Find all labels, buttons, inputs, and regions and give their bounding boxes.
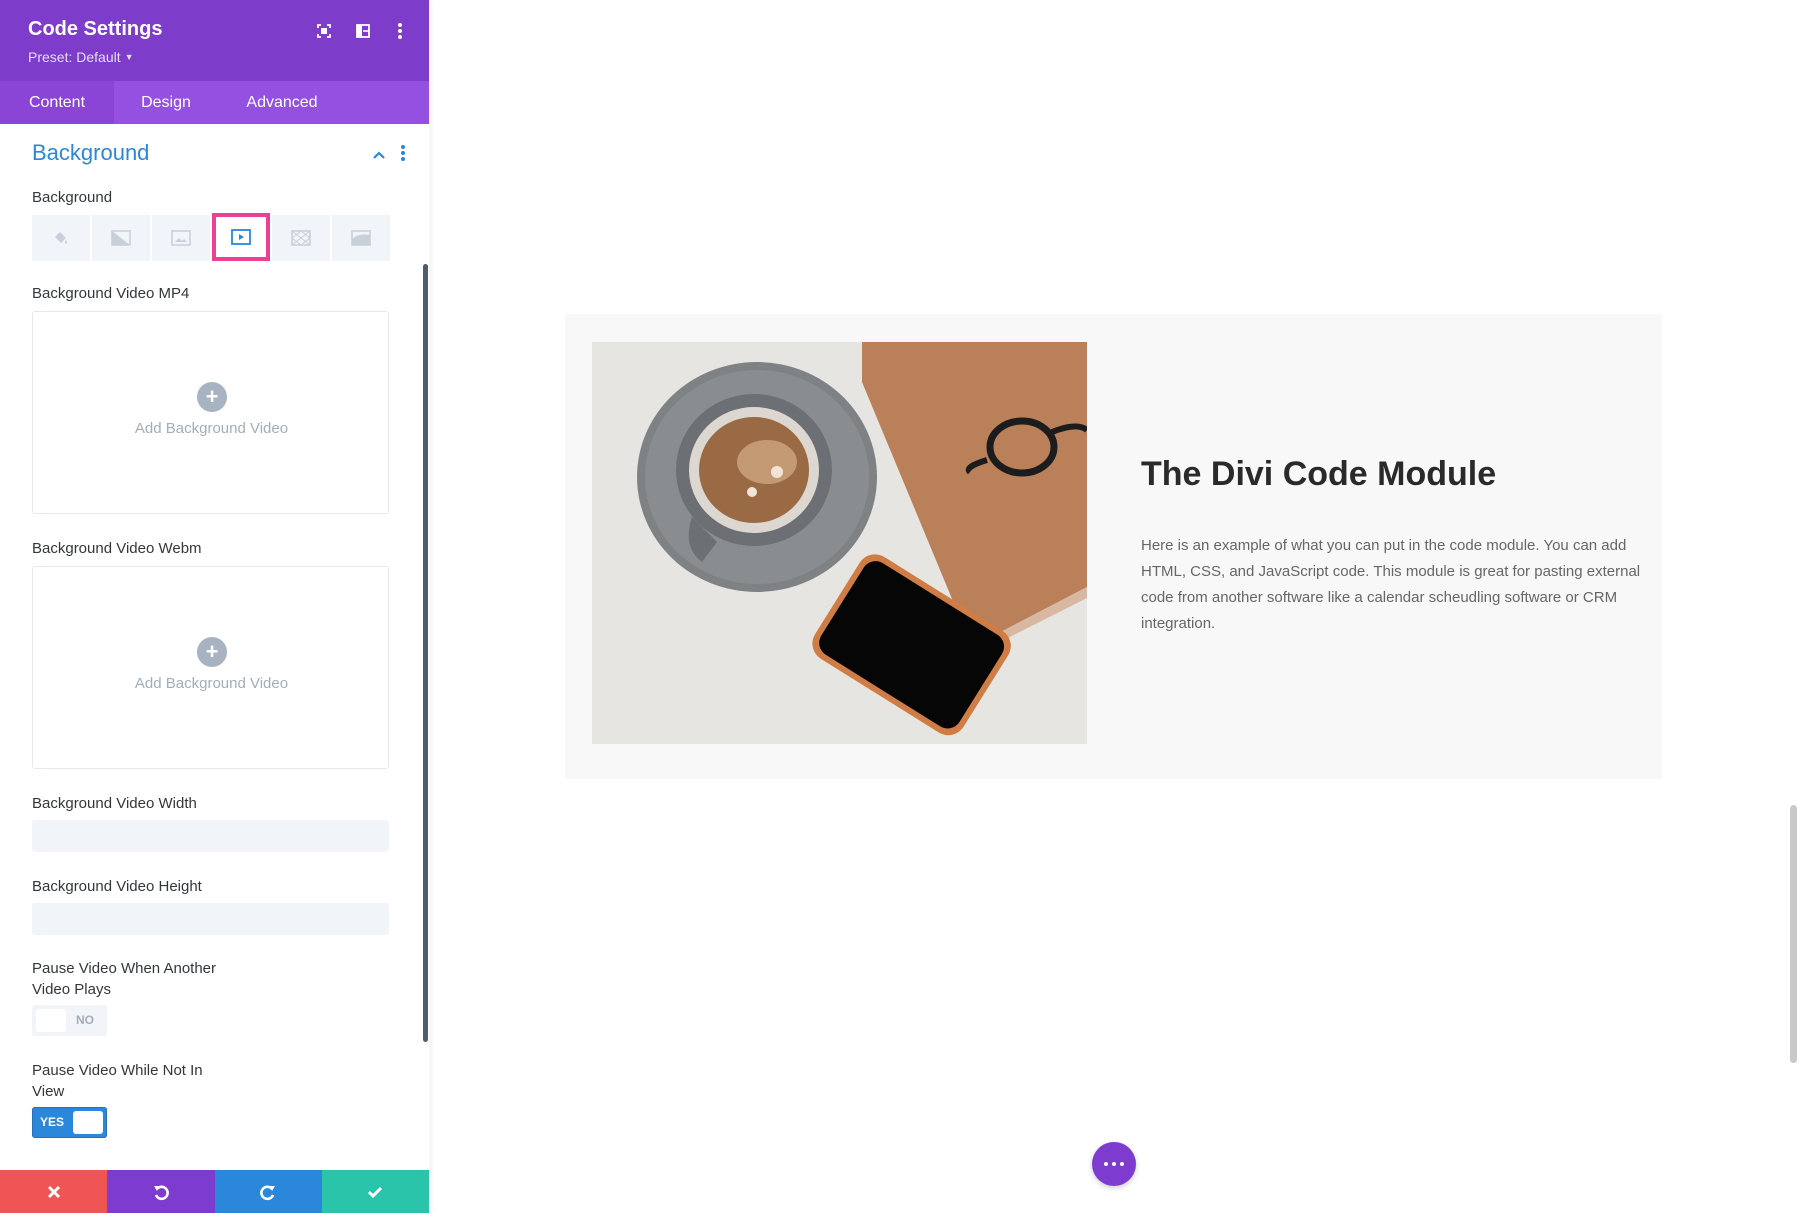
section-menu-icon[interactable] [400,144,406,167]
pause-not-in-view-label: Pause Video While Not In View [32,1060,203,1102]
add-video-webm-button[interactable]: + Add Background Video [32,566,389,769]
pause-other-label: Pause Video When Another Video Plays [32,958,216,1000]
tab-content[interactable]: Content [0,81,114,124]
image-icon[interactable] [152,215,210,261]
split-view-icon[interactable] [352,20,374,42]
preset-dropdown[interactable]: Preset: Default ▼ [28,49,134,65]
undo-icon [153,1185,169,1200]
panel-title: Code Settings [28,18,163,40]
plus-icon: + [197,382,227,412]
caret-down-icon: ▼ [124,52,134,62]
page-scrollbar[interactable] [1790,805,1797,1063]
add-video-mp4-button[interactable]: + Add Background Video [32,311,389,514]
cancel-button[interactable] [0,1170,108,1213]
add-video-webm-label: Add Background Video [134,675,289,692]
video-width-label: Background Video Width [32,795,197,812]
pause-other-label-line2: Video Plays [32,981,111,998]
dot [1104,1162,1108,1166]
undo-button[interactable] [107,1170,215,1213]
add-video-mp4-label: Add Background Video [134,420,289,437]
preset-label: Preset: Default [28,49,121,65]
background-label: Background [32,189,113,206]
video-icon[interactable] [212,213,270,261]
toggle-state: YES [40,1115,65,1129]
toggle-state: NO [76,1013,94,1027]
background-section-header[interactable]: Background [32,140,412,170]
module-body-text: Here is an example of what you can put i… [1141,537,1641,632]
pause-not-in-view-label-line2: View [32,1083,65,1100]
section-title: Background [32,140,150,165]
module-title: The Divi Code Module [1141,455,1497,493]
dot [1112,1162,1116,1166]
video-width-input[interactable] [32,820,389,852]
module-image [592,342,1087,744]
video-height-label: Background Video Height [32,878,202,895]
video-height-input[interactable] [32,903,389,935]
mask-icon[interactable] [332,215,390,261]
video-mp4-label: Background Video MP4 [32,285,190,302]
color-fill-icon[interactable] [32,215,90,261]
tab-advanced[interactable]: Advanced [218,81,346,124]
panel-footer [0,1170,429,1213]
pause-not-in-view-toggle[interactable]: YES [32,1107,107,1138]
more-vertical-icon[interactable] [389,20,411,42]
settings-panel: Code Settings Preset: Default ▼ Content … [0,0,429,1213]
cancel-icon [47,1185,60,1198]
redo-button[interactable] [214,1170,322,1213]
coffee-desk-illustration [592,342,1087,744]
save-check-icon [368,1186,383,1198]
redo-icon [260,1185,276,1200]
page-settings-button[interactable] [1092,1142,1136,1186]
dot [1120,1162,1124,1166]
pause-not-in-view-label-line1: Pause Video While Not In [32,1062,203,1079]
settings-tabs: Content Design Advanced [0,81,429,124]
panel-header: Code Settings Preset: Default ▼ [0,0,429,81]
toggle-knob [36,1009,66,1032]
tab-design[interactable]: Design [114,81,218,124]
save-button[interactable] [321,1170,429,1213]
pause-other-label-line1: Pause Video When Another [32,960,217,977]
fullscreen-icon[interactable] [313,20,335,42]
pause-other-toggle[interactable]: NO [32,1005,107,1036]
video-webm-label: Background Video Webm [32,540,202,557]
plus-icon: + [197,637,227,667]
pattern-icon[interactable] [272,215,330,261]
panel-scrollbar[interactable] [423,264,428,1042]
background-type-selector [32,213,390,261]
chevron-up-icon[interactable] [372,147,386,165]
gradient-icon[interactable] [92,215,150,261]
toggle-knob [73,1111,103,1134]
visual-builder: Code Settings Preset: Default ▼ Content … [0,0,1800,1213]
